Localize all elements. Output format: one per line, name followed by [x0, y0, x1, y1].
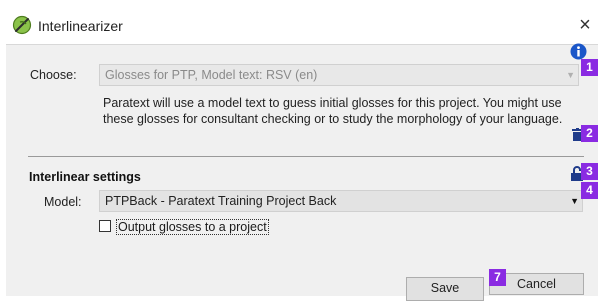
annotation-badge: 4 [581, 182, 598, 199]
chevron-down-icon: ▼ [570, 196, 579, 206]
info-icon[interactable] [570, 43, 587, 60]
choose-dropdown-value: Glosses for PTP, Model text: RSV (en) [105, 68, 318, 82]
window-title: Interlinearizer [38, 18, 123, 34]
interlinear-settings-heading: Interlinear settings [29, 170, 141, 184]
section-divider [28, 156, 584, 157]
annotation-badge: 2 [581, 125, 598, 142]
model-dropdown-value: PTPBack - Paratext Training Project Back [105, 194, 337, 208]
choose-description: Paratext will use a model text to guess … [103, 96, 563, 126]
annotation-badge: 7 [489, 269, 506, 286]
model-dropdown[interactable]: PTPBack - Paratext Training Project Back… [99, 190, 583, 212]
output-glosses-label[interactable]: Output glosses to a project [116, 219, 269, 235]
close-button[interactable]: × [574, 14, 596, 36]
annotation-badge: 1 [581, 59, 598, 76]
annotation-badge: 3 [581, 163, 598, 180]
choose-label: Choose: [30, 68, 77, 82]
model-label: Model: [44, 195, 82, 209]
interlinearizer-window: Interlinearizer × 1 Choose: Glosses for … [0, 0, 598, 301]
output-glosses-checkbox[interactable] [99, 220, 111, 232]
chevron-down-icon: ▼ [566, 70, 575, 80]
save-button[interactable]: Save [406, 277, 484, 301]
app-leaf-icon [12, 15, 32, 35]
choose-dropdown[interactable]: Glosses for PTP, Model text: RSV (en) ▼ [99, 64, 579, 86]
